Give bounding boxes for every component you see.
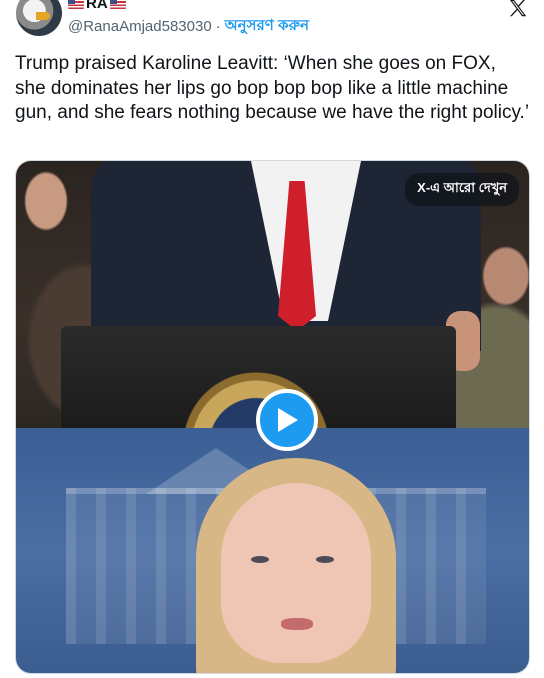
us-flag-icon xyxy=(109,0,126,9)
author-name-row[interactable]: RA xyxy=(68,0,126,12)
author-display-name[interactable]: RA xyxy=(86,0,108,12)
avatar[interactable] xyxy=(16,0,62,36)
follow-button[interactable]: অনুসরণ করুন xyxy=(225,14,309,39)
eagle-avatar-image xyxy=(36,12,50,20)
speaker-eye-right xyxy=(316,556,334,563)
separator-dot: · xyxy=(215,17,221,35)
video-frame-press-briefing xyxy=(16,428,529,673)
play-icon xyxy=(278,408,298,432)
video-media[interactable]: X-এ আরো দেখুন xyxy=(15,160,530,674)
see-more-on-x-button[interactable]: X-এ আরো দেখুন xyxy=(405,173,519,206)
author-handle[interactable]: @RanaAmjad583030 xyxy=(68,18,212,35)
author-handle-row: @RanaAmjad583030 · অনুসরণ করুন xyxy=(68,16,309,36)
x-logo-icon[interactable] xyxy=(506,0,530,20)
tweet-text: Trump praised Karoline Leavitt: ‘When sh… xyxy=(15,53,530,123)
speaker-eye-left xyxy=(251,556,269,563)
us-flag-icon xyxy=(68,0,84,9)
video-frame-rally: X-এ আরো দেখুন xyxy=(16,161,529,428)
speaker-lips xyxy=(281,618,313,630)
speaker-face xyxy=(221,483,371,663)
play-button[interactable] xyxy=(256,389,318,451)
x-logo-icon-svg xyxy=(509,0,527,17)
